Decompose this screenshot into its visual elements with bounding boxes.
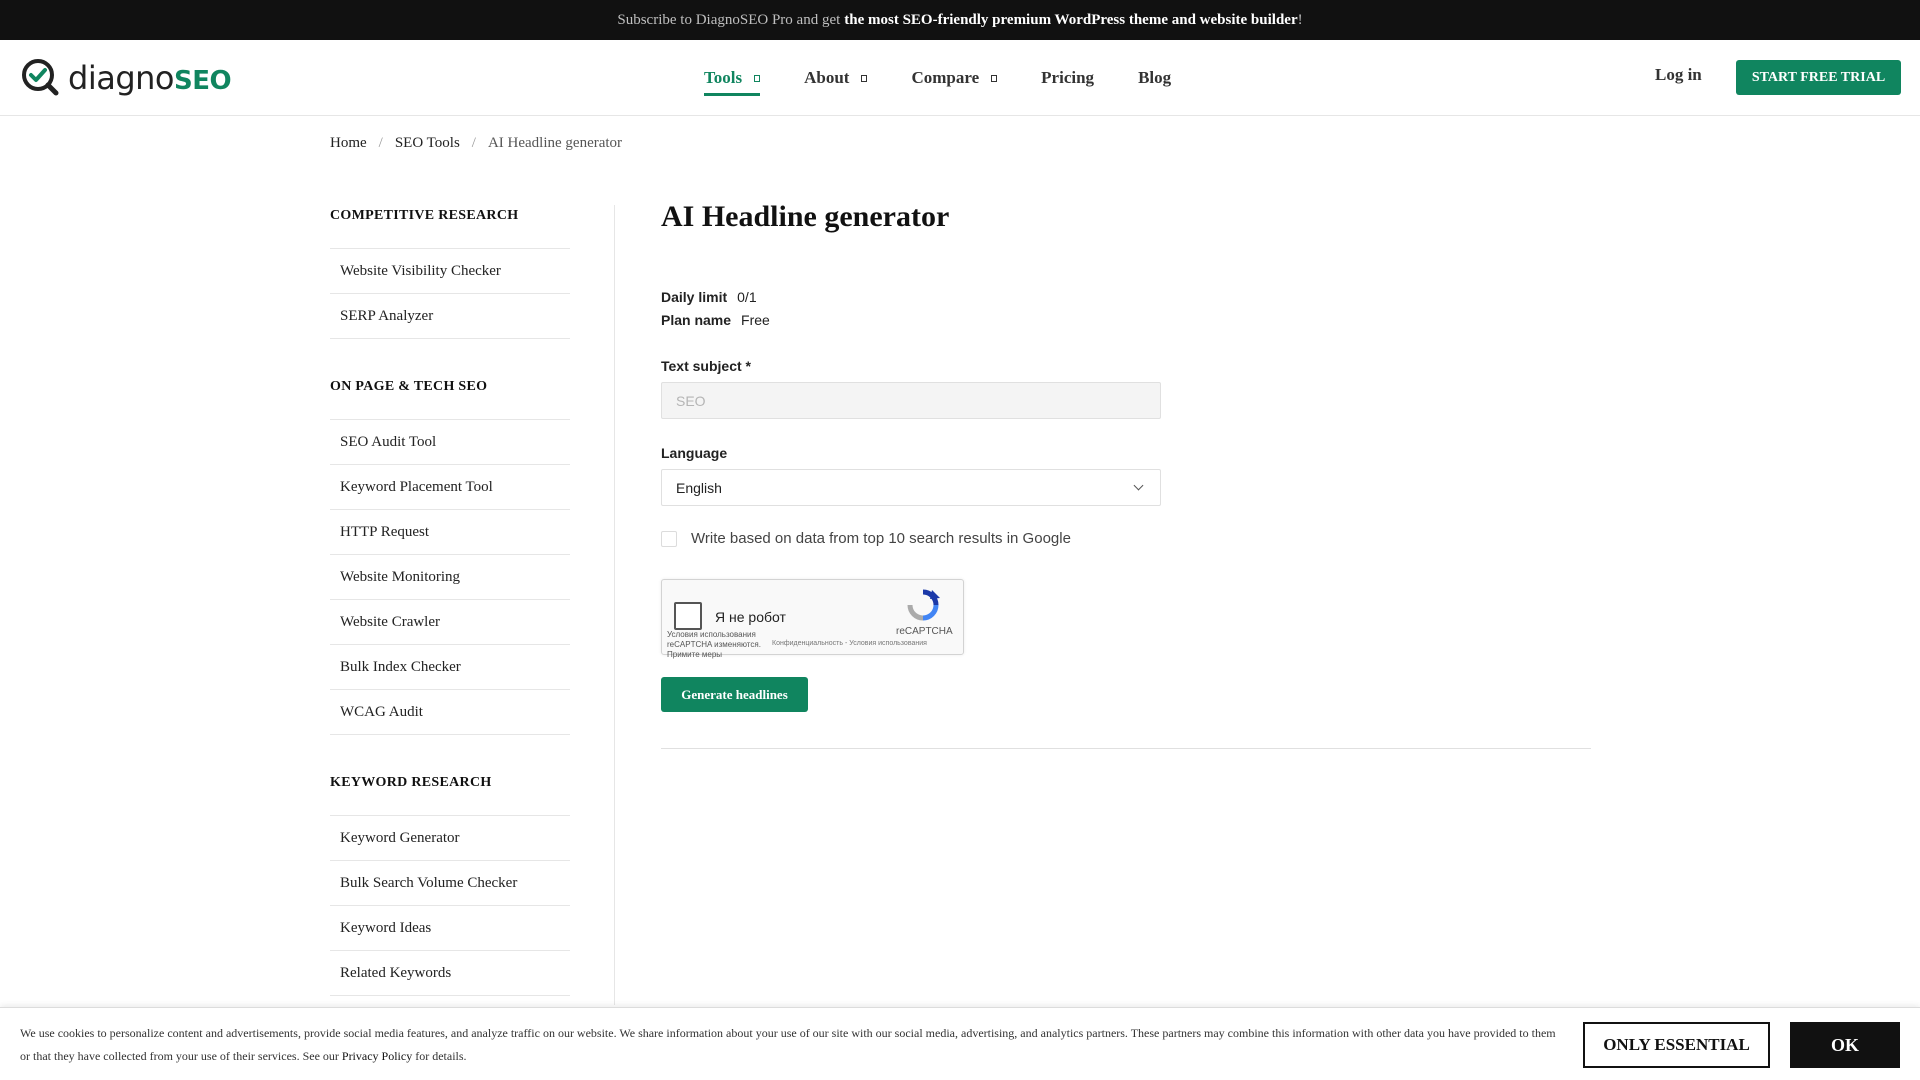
recaptcha-label: Я не робот: [715, 609, 786, 625]
only-essential-button[interactable]: ONLY ESSENTIAL: [1583, 1022, 1770, 1068]
privacy-policy-link[interactable]: Privacy Policy: [342, 1049, 412, 1063]
sidebar-heading: ON PAGE & TECH SEO: [330, 379, 488, 394]
content-divider: [661, 748, 1591, 749]
dropdown-caret-icon: [991, 74, 998, 82]
plan-name-row: Plan name Free: [661, 309, 1591, 332]
page-title: AI Headline generator: [661, 200, 950, 233]
recaptcha-terms[interactable]: Условия использования reCAPTCHA изменяют…: [667, 630, 787, 660]
logo-main: diagno: [68, 59, 174, 97]
sidebar-item-keyword-ideas[interactable]: Keyword Ideas: [330, 906, 570, 951]
plan-name-label: Plan name: [661, 312, 732, 328]
magnifier-check-icon: [22, 59, 59, 96]
text-subject-label: Text subject *: [661, 358, 1591, 374]
recaptcha-privacy[interactable]: Конфиденциальность - Условия использован…: [772, 640, 927, 647]
sidebar-item-seo-audit-tool[interactable]: SEO Audit Tool: [330, 420, 570, 465]
breadcrumb-separator: /: [471, 135, 476, 151]
sidebar-item-related-keywords[interactable]: Related Keywords: [330, 951, 570, 996]
logo-text: diagnoSEO: [68, 59, 232, 97]
plan-name-value: Free: [741, 312, 770, 328]
daily-limit-label: Daily limit: [661, 289, 728, 305]
nav-about[interactable]: About: [804, 58, 868, 98]
breadcrumb: Home / SEO Tools / AI Headline generator: [330, 135, 622, 152]
sidebar-item-bulk-index-checker[interactable]: Bulk Index Checker: [330, 645, 570, 690]
breadcrumb-home[interactable]: Home: [330, 135, 367, 152]
recaptcha-widget: Я не робот reCAPTCHA Условия использован…: [661, 579, 964, 659]
ok-button[interactable]: OK: [1790, 1022, 1900, 1068]
nav-pricing-label: Pricing: [1041, 68, 1095, 87]
promo-bold: the most SEO-friendly premium WordPress …: [844, 11, 1298, 28]
nav-blog[interactable]: Blog: [1138, 58, 1171, 98]
sidebar-heading: COMPETITIVE RESEARCH: [330, 208, 519, 223]
generate-headlines-button[interactable]: Generate headlines: [661, 677, 808, 712]
nav-compare-label: Compare: [911, 68, 980, 87]
cookie-message: We use cookies to personalize content an…: [20, 1026, 1556, 1063]
top10-checkbox[interactable]: [661, 530, 677, 547]
chevron-down-icon: [1133, 480, 1144, 491]
cookie-banner: We use cookies to personalize content an…: [0, 1007, 1920, 1080]
nav-compare[interactable]: Compare: [911, 58, 998, 98]
language-group: Language English: [661, 445, 1591, 506]
tools-sidebar: COMPETITIVE RESEARCH Website Visibility …: [330, 190, 570, 1063]
sidebar-item-bulk-search-volume-checker[interactable]: Bulk Search Volume Checker: [330, 861, 570, 906]
dropdown-caret-icon: [861, 74, 868, 82]
logo[interactable]: diagnoSEO: [20, 56, 232, 100]
promo-lead: Subscribe to DiagnoSEO Pro and get: [617, 11, 841, 28]
sidebar-section-keyword: KEYWORD RESEARCH Keyword Generator Bulk …: [330, 757, 570, 1041]
sidebar-section-competitive: COMPETITIVE RESEARCH Website Visibility …: [330, 190, 570, 339]
cookie-message-end: for details.: [415, 1049, 467, 1063]
sidebar-item-serp-analyzer[interactable]: SERP Analyzer: [330, 294, 570, 339]
required-mark: *: [745, 358, 751, 374]
recaptcha-logo-icon: [907, 589, 940, 621]
daily-limit-value: 0/1: [737, 289, 757, 305]
breadcrumb-seo-tools[interactable]: SEO Tools: [395, 135, 460, 152]
sidebar-item-keyword-generator[interactable]: Keyword Generator: [330, 816, 570, 861]
nav-pricing[interactable]: Pricing: [1041, 58, 1094, 98]
text-subject-input[interactable]: [661, 382, 1161, 419]
sidebar-item-website-crawler[interactable]: Website Crawler: [330, 600, 570, 645]
login-link[interactable]: Log in: [1655, 65, 1702, 85]
nav-tools[interactable]: Tools: [704, 58, 761, 98]
sidebar-section-on-page: ON PAGE & TECH SEO SEO Audit Tool Keywor…: [330, 361, 570, 735]
language-value: English: [676, 479, 722, 496]
recaptcha-checkbox[interactable]: [674, 602, 702, 630]
sidebar-item-website-monitoring[interactable]: Website Monitoring: [330, 555, 570, 600]
text-subject-group: Text subject *: [661, 358, 1591, 419]
start-free-trial-button[interactable]: START FREE TRIAL: [1736, 60, 1901, 95]
main-content: AI Headline generator Daily limit 0/1 Pla…: [661, 200, 1591, 749]
breadcrumb-current: AI Headline generator: [487, 135, 623, 151]
sidebar-divider: [614, 205, 615, 1005]
daily-limit-row: Daily limit 0/1: [661, 286, 1591, 309]
sidebar-item-website-visibility-checker[interactable]: Website Visibility Checker: [330, 249, 570, 294]
plan-info: Daily limit 0/1 Plan name Free: [661, 286, 1591, 332]
main-nav: Tools About Compare Pricing Blog: [704, 40, 1215, 116]
sidebar-list: SEO Audit Tool Keyword Placement Tool HT…: [330, 419, 570, 735]
breadcrumb-separator: /: [378, 135, 383, 151]
promo-end: !: [1297, 11, 1303, 28]
logo-accent: SEO: [173, 66, 232, 96]
language-select[interactable]: English: [661, 469, 1161, 506]
top10-option: Write based on data from top 10 search r…: [661, 530, 1591, 547]
site-header: diagnoSEO Tools About Compare Pricing Bl…: [0, 40, 1920, 116]
sidebar-item-keyword-placement-tool[interactable]: Keyword Placement Tool: [330, 465, 570, 510]
nav-blog-label: Blog: [1138, 68, 1172, 87]
sidebar-item-http-request[interactable]: HTTP Request: [330, 510, 570, 555]
dropdown-caret-icon: [754, 74, 761, 82]
promo-bar: Subscribe to DiagnoSEO Pro and get the m…: [0, 0, 1920, 40]
top10-checkbox-label: Write based on data from top 10 search r…: [691, 530, 1071, 547]
sidebar-item-wcag-audit[interactable]: WCAG Audit: [330, 690, 570, 735]
sidebar-heading: KEYWORD RESEARCH: [330, 775, 492, 790]
nav-about-label: About: [804, 68, 850, 87]
recaptcha-brand: reCAPTCHA: [896, 626, 953, 637]
text-subject-label-text: Text subject: [661, 358, 742, 374]
sidebar-list: Website Visibility Checker SERP Analyzer: [330, 248, 570, 339]
language-label: Language: [661, 445, 728, 461]
cookie-text: We use cookies to personalize content an…: [20, 1022, 1560, 1068]
nav-tools-label: Tools: [704, 68, 743, 87]
